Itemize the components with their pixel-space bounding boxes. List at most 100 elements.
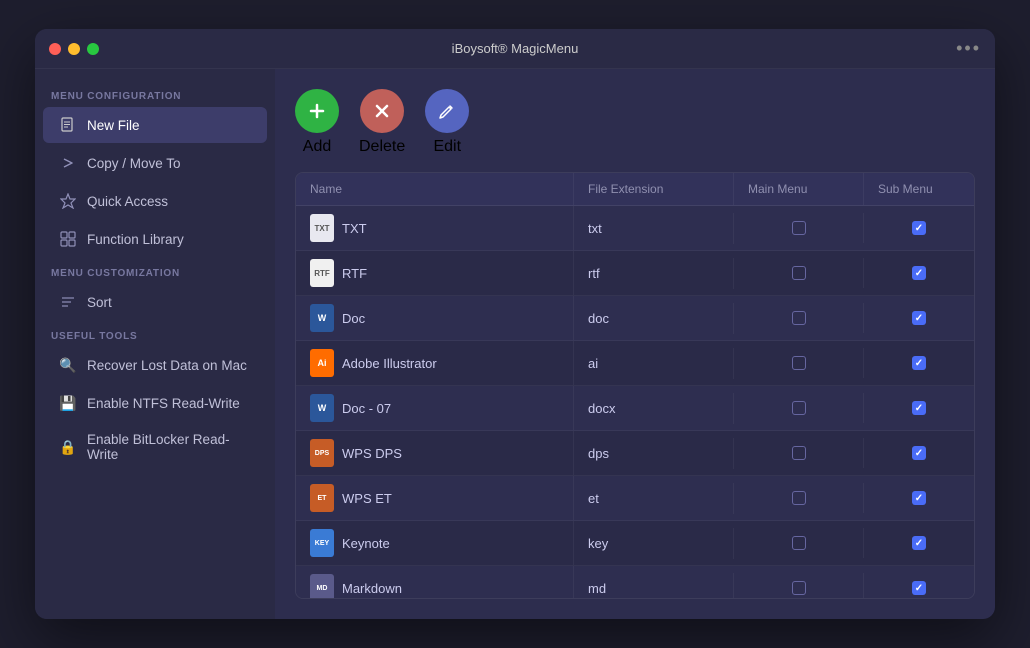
cell-main-menu[interactable] [734, 528, 864, 558]
file-type-icon: W [310, 304, 334, 332]
main-menu-checkbox[interactable] [792, 221, 806, 235]
sub-menu-checkbox[interactable] [912, 536, 926, 550]
main-menu-checkbox[interactable] [792, 311, 806, 325]
minimize-button[interactable] [68, 43, 80, 55]
table-row[interactable]: DPSWPS DPSdps [296, 431, 974, 476]
function-library-icon [59, 230, 77, 248]
cell-sub-menu[interactable] [864, 528, 974, 558]
file-type-icon: KEY [310, 529, 334, 557]
titlebar: iBoysoft® MagicMenu ••• [35, 29, 995, 69]
cell-main-menu[interactable] [734, 213, 864, 243]
cell-main-menu[interactable] [734, 348, 864, 378]
cell-sub-menu[interactable] [864, 303, 974, 333]
add-circle [295, 89, 339, 133]
cell-name: RTFRTF [296, 251, 574, 295]
col-sub-menu: Sub Menu [864, 173, 974, 205]
table-row[interactable]: ETWPS ETet [296, 476, 974, 521]
cell-extension: rtf [574, 258, 734, 289]
edit-button[interactable]: Edit [425, 89, 469, 156]
sidebar-item-new-file[interactable]: New File [43, 107, 267, 143]
cell-extension: txt [574, 213, 734, 244]
delete-button[interactable]: Delete [359, 89, 405, 156]
sub-menu-checkbox[interactable] [912, 311, 926, 325]
section-customization-label: Menu Customization [35, 258, 275, 283]
sidebar-item-recover-lost[interactable]: 🔍 Recover Lost Data on Mac [43, 347, 267, 383]
sidebar-item-copy-move[interactable]: Copy / Move To [43, 145, 267, 181]
cell-main-menu[interactable] [734, 573, 864, 598]
sidebar-item-enable-ntfs[interactable]: 💾 Enable NTFS Read-Write [43, 385, 267, 421]
new-file-label: New File [87, 118, 140, 133]
file-type-icon: MD [310, 574, 334, 598]
cell-extension: dps [574, 438, 734, 469]
file-name: Keynote [342, 536, 390, 551]
table-row[interactable]: KEY Keynote key [296, 521, 974, 566]
table-row[interactable]: RTFRTFrtf [296, 251, 974, 296]
cell-sub-menu[interactable] [864, 393, 974, 423]
section-config-label: Menu Configuration [35, 81, 275, 106]
col-main-menu: Main Menu [734, 173, 864, 205]
main-menu-checkbox[interactable] [792, 356, 806, 370]
add-button[interactable]: Add [295, 89, 339, 156]
cell-main-menu[interactable] [734, 258, 864, 288]
main-menu-checkbox[interactable] [792, 266, 806, 280]
toolbar: Add Delete [295, 89, 975, 156]
cell-sub-menu[interactable] [864, 348, 974, 378]
main-menu-checkbox[interactable] [792, 536, 806, 550]
cell-main-menu[interactable] [734, 483, 864, 513]
table-row[interactable]: TXTTXTtxt [296, 206, 974, 251]
sort-label: Sort [87, 295, 112, 310]
cell-main-menu[interactable] [734, 438, 864, 468]
copy-move-label: Copy / Move To [87, 156, 181, 171]
more-options-icon[interactable]: ••• [956, 38, 981, 59]
cell-extension: md [574, 573, 734, 599]
sidebar: Menu Configuration New File [35, 69, 275, 619]
file-name: TXT [342, 221, 367, 236]
quick-access-icon [59, 192, 77, 210]
cell-name: ETWPS ET [296, 476, 574, 520]
cell-name: DPSWPS DPS [296, 431, 574, 475]
section-tools-label: Useful Tools [35, 321, 275, 346]
sub-menu-checkbox[interactable] [912, 266, 926, 280]
sub-menu-checkbox[interactable] [912, 491, 926, 505]
cell-main-menu[interactable] [734, 303, 864, 333]
cell-main-menu[interactable] [734, 393, 864, 423]
file-name: Doc [342, 311, 365, 326]
sidebar-item-function-library[interactable]: Function Library [43, 221, 267, 257]
sub-menu-checkbox[interactable] [912, 446, 926, 460]
table-row[interactable]: MD Markdown md [296, 566, 974, 598]
sub-menu-checkbox[interactable] [912, 221, 926, 235]
cell-extension: key [574, 528, 734, 559]
main-panel: Add Delete [275, 69, 995, 619]
file-name: Markdown [342, 581, 402, 596]
cell-extension: docx [574, 393, 734, 424]
sidebar-item-sort[interactable]: Sort [43, 284, 267, 320]
sub-menu-checkbox[interactable] [912, 581, 926, 595]
col-name: Name [296, 173, 574, 205]
cell-sub-menu[interactable] [864, 213, 974, 243]
cell-name: W Doc [296, 296, 574, 340]
table-row[interactable]: WDocdoc [296, 296, 974, 341]
main-menu-checkbox[interactable] [792, 401, 806, 415]
sidebar-item-enable-bitlocker[interactable]: 🔒 Enable BitLocker Read-Write [43, 423, 267, 471]
cell-sub-menu[interactable] [864, 573, 974, 598]
sort-icon [59, 293, 77, 311]
traffic-lights [49, 43, 99, 55]
cell-name: AiAdobe Illustrator [296, 341, 574, 385]
file-name: Adobe Illustrator [342, 356, 437, 371]
table-header: Name File Extension Main Menu Sub Menu [296, 173, 974, 206]
table-row[interactable]: WDoc - 07docx [296, 386, 974, 431]
cell-sub-menu[interactable] [864, 258, 974, 288]
sub-menu-checkbox[interactable] [912, 401, 926, 415]
sub-menu-checkbox[interactable] [912, 356, 926, 370]
table-row[interactable]: AiAdobe Illustratorai [296, 341, 974, 386]
maximize-button[interactable] [87, 43, 99, 55]
cell-sub-menu[interactable] [864, 438, 974, 468]
file-type-icon: DPS [310, 439, 334, 467]
main-menu-checkbox[interactable] [792, 581, 806, 595]
main-menu-checkbox[interactable] [792, 491, 806, 505]
sidebar-item-quick-access[interactable]: Quick Access [43, 183, 267, 219]
main-menu-checkbox[interactable] [792, 446, 806, 460]
close-button[interactable] [49, 43, 61, 55]
cell-sub-menu[interactable] [864, 483, 974, 513]
recover-lost-label: Recover Lost Data on Mac [87, 358, 247, 373]
